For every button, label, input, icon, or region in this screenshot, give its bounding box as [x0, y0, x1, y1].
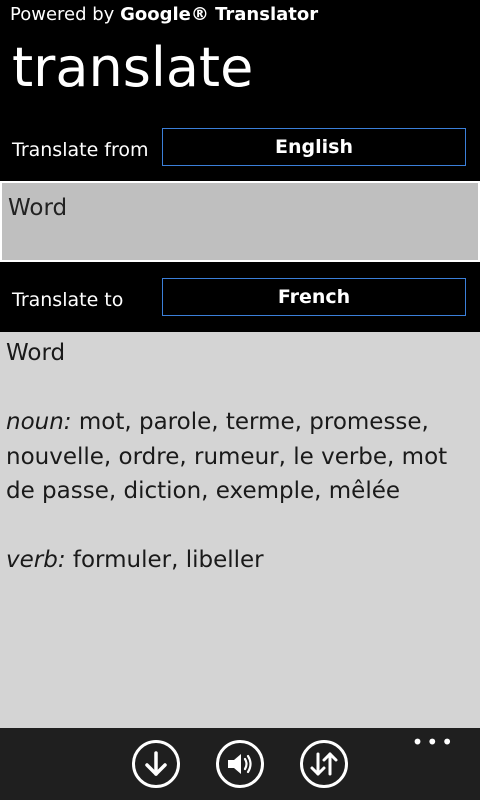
powered-brand: Google® Translator: [120, 4, 319, 25]
download-icon: [145, 751, 167, 776]
swap-languages-button[interactable]: [300, 740, 348, 788]
part-of-speech: noun:: [6, 409, 72, 435]
download-button[interactable]: [132, 740, 180, 788]
part-of-speech: verb:: [6, 547, 66, 573]
powered-prefix: Powered by: [10, 4, 121, 25]
source-language-picker[interactable]: English: [162, 128, 466, 166]
swap-icon: [310, 752, 338, 776]
translations: formuler, libeller: [65, 547, 264, 573]
translate-from-label: Translate from: [12, 139, 149, 161]
app-bar: •••: [0, 728, 480, 800]
translate-to-label: Translate to: [12, 289, 124, 311]
translator-page: Powered by Google® Translator translate …: [0, 0, 480, 800]
page-title: translate: [12, 36, 254, 99]
noun-entry: noun: mot, parole, terme, promesse, nouv…: [6, 405, 474, 509]
verb-entry: verb: formuler, libeller: [6, 543, 474, 578]
speaker-icon: [228, 754, 252, 774]
translation-result: Word noun: mot, parole, terme, promesse,…: [0, 332, 480, 728]
powered-by-label: Powered by Google® Translator: [10, 4, 318, 25]
source-text-value: Word: [8, 195, 68, 221]
speak-button[interactable]: [216, 740, 264, 788]
translations: mot, parole, terme, promesse, nouvelle, …: [6, 409, 448, 504]
source-text-input[interactable]: Word: [0, 181, 480, 262]
result-word: Word: [6, 340, 66, 366]
target-language-picker[interactable]: French: [162, 278, 466, 316]
more-options-button[interactable]: •••: [412, 732, 456, 752]
